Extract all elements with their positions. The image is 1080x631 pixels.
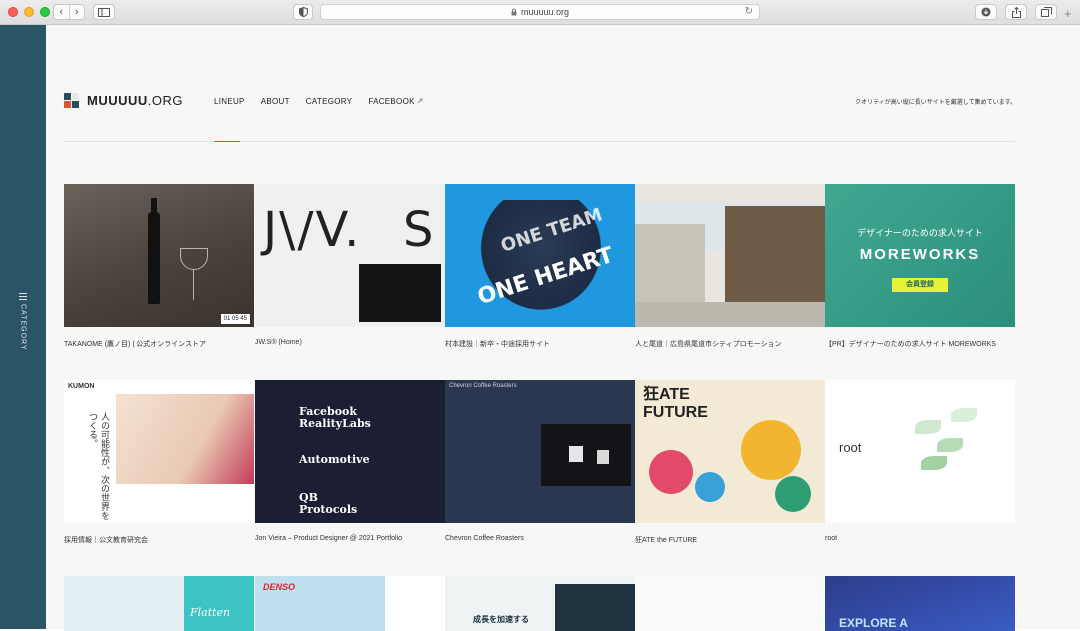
close-window-button[interactable] xyxy=(8,7,18,17)
window-controls xyxy=(8,7,50,17)
site-thumbnail[interactable]: Chevron Coffee Roasters xyxy=(445,380,635,523)
shield-icon xyxy=(298,7,308,17)
page-content: MUUUUU.ORG LINEUP ABOUT CATEGORY FACEBOO… xyxy=(46,25,1080,631)
tabs-icon xyxy=(1040,7,1052,17)
site-thumbnail[interactable]: Facebook RealityLabs Automotive QB Proto… xyxy=(255,380,445,523)
thumb-text: MOREWORKS xyxy=(859,246,981,263)
site-card[interactable] xyxy=(635,576,825,631)
thumb-text: 会員登録 xyxy=(892,278,948,292)
site-thumbnail[interactable]: デザイナーのための求人サイト MOREWORKS 会員登録 xyxy=(825,184,1015,327)
forward-button[interactable]: › xyxy=(70,5,85,19)
site-card[interactable]: 01 05 45 TAKANOME (鷹ノ目) | 公式オンラインストア xyxy=(64,184,254,348)
nav-category[interactable]: CATEGORY xyxy=(306,97,353,106)
site-card[interactable]: EXPLORE A xyxy=(825,576,1015,631)
site-card-title[interactable]: 村本建設｜新卒・中途採用サイト xyxy=(445,339,550,349)
url-text: muuuuu.org xyxy=(520,7,570,17)
back-button[interactable]: ‹ xyxy=(54,5,70,19)
site-thumbnail[interactable]: root xyxy=(825,380,1015,523)
site-card[interactable]: 狂ATE FUTURE 狂ATE the FUTURE xyxy=(635,380,825,544)
logo-mark-icon xyxy=(64,93,79,108)
nav-lineup[interactable]: LINEUP xyxy=(214,97,245,106)
lock-icon xyxy=(511,8,517,16)
site-card[interactable]: Chevron Coffee Roasters Chevron Coffee R… xyxy=(445,380,635,542)
tab-overview-button[interactable] xyxy=(1035,4,1057,20)
thumb-text: J\/V. xyxy=(263,202,362,258)
site-thumbnail[interactable]: EXPLORE A xyxy=(825,576,1015,631)
share-icon xyxy=(1011,6,1021,18)
sidebar-icon xyxy=(98,7,110,17)
address-bar[interactable]: muuuuu.org ↻ xyxy=(320,4,760,20)
site-thumbnail[interactable]: 01 05 45 xyxy=(64,184,254,327)
site-card-title[interactable]: Jon Vieira – Product Designer @ 2021 Por… xyxy=(255,535,402,542)
site-card[interactable]: KUMON 人の可能性が、次の世界をつくる。 採用情報｜公文教育研究会 xyxy=(64,380,254,544)
thumb-text: KUMON xyxy=(68,383,95,390)
site-card-title[interactable]: JW.S® (Home) xyxy=(255,339,302,346)
thumb-text: Automotive xyxy=(299,453,370,466)
site-thumbnail[interactable]: 狂ATE FUTURE xyxy=(635,380,825,523)
site-card-title[interactable]: Chevron Coffee Roasters xyxy=(445,535,524,542)
nav-facebook[interactable]: FACEBOOK xyxy=(368,97,423,106)
downloads-button[interactable] xyxy=(975,4,997,20)
history-nav: ‹ › xyxy=(53,4,85,20)
site-card[interactable]: Flatten xyxy=(64,576,254,631)
maximize-window-button[interactable] xyxy=(40,7,50,17)
browser-toolbar: ‹ › muuuuu.org ↻ + xyxy=(0,0,1080,25)
logo-text: MUUUUU.ORG xyxy=(87,93,184,108)
site-card[interactable]: J\/V. S JW.S® (Home) xyxy=(255,184,445,346)
menu-icon xyxy=(19,293,27,300)
site-thumbnail[interactable]: 成長を加速する xyxy=(445,576,635,631)
site-card[interactable]: root root xyxy=(825,380,1015,542)
site-thumbnail[interactable]: KUMON 人の可能性が、次の世界をつくる。 xyxy=(64,380,254,523)
thumb-text: Protocols xyxy=(299,503,358,516)
site-card-title[interactable]: 採用情報｜公文教育研究会 xyxy=(64,535,148,545)
share-button[interactable] xyxy=(1005,4,1027,20)
privacy-report-button[interactable] xyxy=(293,4,313,20)
thumb-text: DENSO xyxy=(263,582,296,592)
thumb-text: Flatten xyxy=(190,606,231,619)
thumb-text: EXPLORE A xyxy=(839,616,908,630)
minimize-window-button[interactable] xyxy=(24,7,34,17)
site-thumbnail[interactable]: Flatten xyxy=(64,576,254,631)
thumb-text: S xyxy=(403,202,434,258)
header-divider xyxy=(64,141,1015,142)
category-sidebar[interactable]: CATEGORY xyxy=(0,25,46,629)
main-nav: LINEUP ABOUT CATEGORY FACEBOOK xyxy=(214,97,423,106)
reload-icon[interactable]: ↻ xyxy=(745,6,753,17)
category-toggle[interactable]: CATEGORY xyxy=(14,293,32,353)
external-link-icon xyxy=(417,98,423,104)
site-card-title[interactable]: root xyxy=(825,535,837,542)
nav-active-indicator xyxy=(214,141,240,142)
site-card[interactable]: 成長を加速する xyxy=(445,576,635,631)
site-thumbnail[interactable] xyxy=(635,576,825,631)
site-card[interactable]: DENSO xyxy=(255,576,445,631)
thumb-text: RealityLabs xyxy=(299,417,371,430)
thumb-text: 成長を加速する xyxy=(473,615,529,624)
sidebar-toggle-button[interactable] xyxy=(93,4,115,20)
site-card[interactable]: デザイナーのための求人サイト MOREWORKS 会員登録 【PR】デザイナーの… xyxy=(825,184,1015,348)
site-thumbnail[interactable]: ONE TEAM ONE HEART xyxy=(445,184,635,327)
site-card[interactable]: 人と尾道｜広島県尾道市シティプロモーション xyxy=(635,184,825,348)
site-card-title[interactable]: 狂ATE the FUTURE xyxy=(635,535,697,545)
thumb-text: 狂ATE FUTURE xyxy=(643,386,708,421)
category-sidebar-label: CATEGORY xyxy=(19,304,27,351)
nav-about[interactable]: ABOUT xyxy=(261,97,290,106)
thumb-text: デザイナーのための求人サイト xyxy=(857,228,983,238)
countdown-timer: 01 05 45 xyxy=(220,314,250,324)
site-card-title[interactable]: 人と尾道｜広島県尾道市シティプロモーション xyxy=(635,339,781,349)
site-card-title[interactable]: 【PR】デザイナーのための求人サイト MOREWORKS xyxy=(825,339,996,349)
site-logo[interactable]: MUUUUU.ORG xyxy=(64,93,183,108)
download-icon xyxy=(981,7,991,17)
site-card-title[interactable]: TAKANOME (鷹ノ目) | 公式オンラインストア xyxy=(64,339,206,349)
new-tab-button[interactable]: + xyxy=(1064,6,1072,21)
site-card[interactable]: Facebook RealityLabs Automotive QB Proto… xyxy=(255,380,445,542)
thumb-text: Chevron Coffee Roasters xyxy=(449,383,517,389)
site-thumbnail[interactable]: DENSO xyxy=(255,576,445,631)
site-tagline: クオリティが高い縦に長いサイトを厳選して集めています。 xyxy=(855,100,1016,106)
thumb-text: root xyxy=(839,440,862,455)
site-thumbnail[interactable]: J\/V. S xyxy=(255,184,445,327)
site-card[interactable]: ONE TEAM ONE HEART 村本建設｜新卒・中途採用サイト xyxy=(445,184,635,348)
thumb-text: 人の可能性が、次の世界をつくる。 xyxy=(87,412,109,520)
site-thumbnail[interactable] xyxy=(635,184,825,327)
